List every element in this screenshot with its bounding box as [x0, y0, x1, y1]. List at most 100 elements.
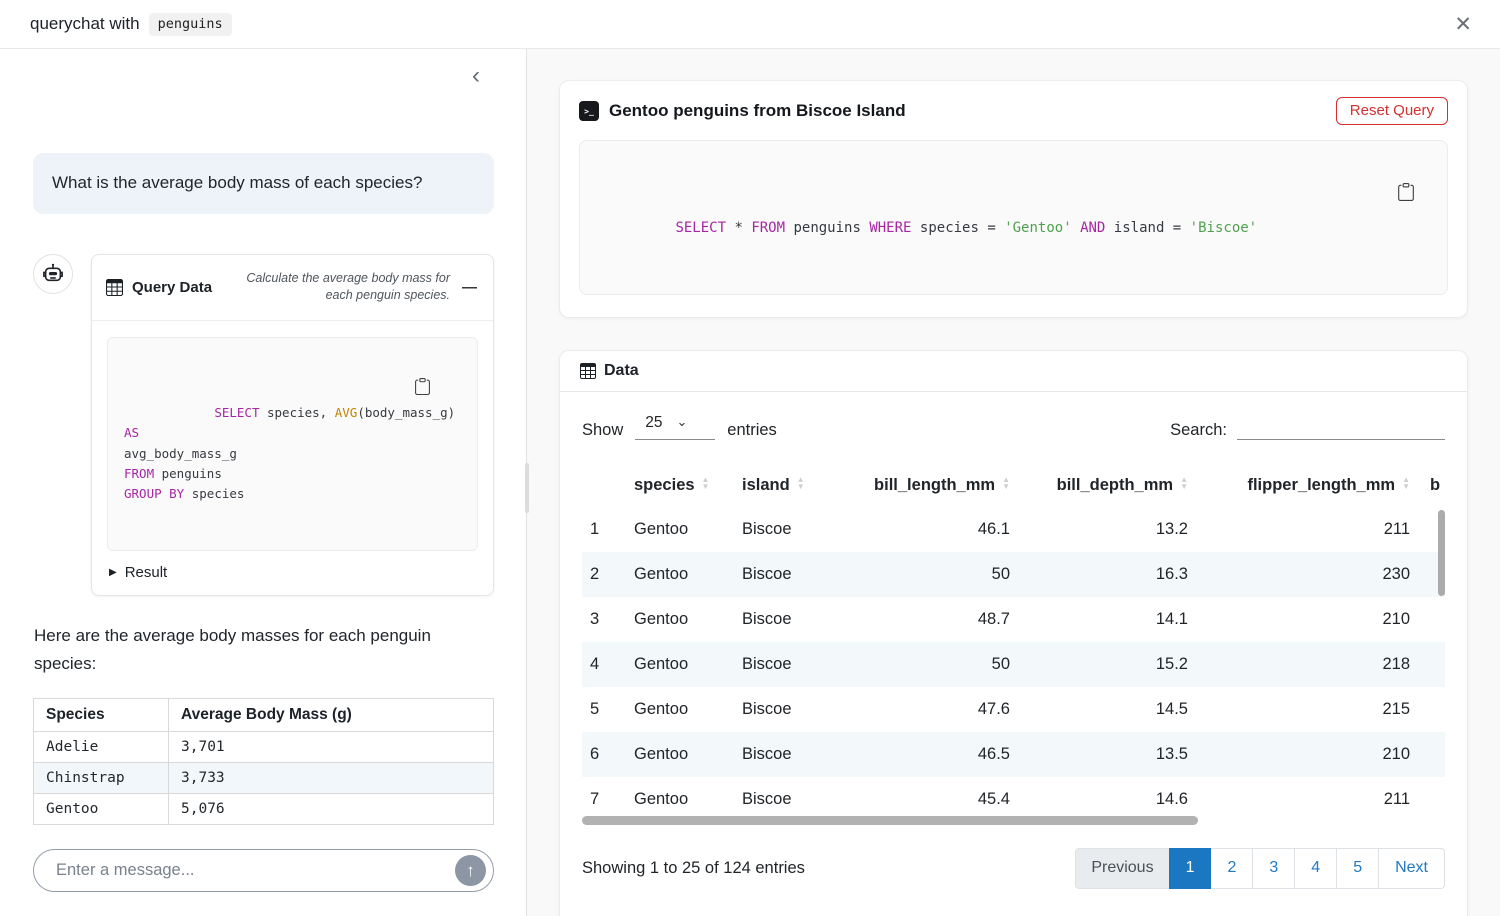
pagination: Previous12345Next	[1075, 848, 1445, 889]
reset-query-button[interactable]: Reset Query	[1336, 97, 1448, 125]
search-control: Search:	[1170, 414, 1445, 440]
pagination-page-5[interactable]: 5	[1336, 848, 1379, 889]
table-cell: 50	[832, 642, 1020, 687]
table-cell	[1420, 597, 1445, 642]
result-toggle[interactable]: ▶ Result	[109, 564, 476, 581]
chat-sidebar: ‹ What is the average body mass of each …	[0, 49, 527, 916]
table-cell: Biscoe	[732, 687, 832, 732]
column-header-label: species	[634, 476, 695, 494]
data-table-header-row: species▲▼island▲▼bill_length_mm▲▼bill_de…	[582, 466, 1445, 507]
column-header-species[interactable]: species ▲▼	[624, 466, 732, 507]
column-header-bill_length_mm[interactable]: bill_length_mm▲▼	[832, 466, 1020, 507]
copy-icon[interactable]	[414, 348, 466, 425]
current-query-card: >_ Gentoo penguins from Biscoe Island Re…	[559, 80, 1468, 318]
chat-table-header-cell: Average Body Mass (g)	[169, 698, 494, 731]
tool-card-subtitle: Calculate the average body mass for each…	[245, 270, 450, 304]
table-cell: Biscoe	[732, 597, 832, 642]
table-row: Adelie3,701	[34, 731, 494, 762]
table-row: 4GentooBiscoe5015.2218	[582, 642, 1445, 687]
row-number-cell: 1	[582, 507, 624, 552]
table-cell: 46.5	[832, 732, 1020, 777]
tool-card-header: Query Data Calculate the average body ma…	[92, 255, 493, 321]
column-header-island[interactable]: island▲▼	[732, 466, 832, 507]
table-cell: 14.6	[1020, 777, 1198, 822]
data-table: species▲▼island▲▼bill_length_mm▲▼bill_de…	[582, 466, 1445, 822]
sql-code: SELECT species, AVG(body_mass_g) AS avg_…	[124, 405, 463, 501]
horizontal-scrollbar[interactable]	[582, 816, 1198, 825]
chat-table-header-cell: Species	[34, 698, 169, 731]
chat-input-row: ↑	[33, 849, 494, 892]
result-label: Result	[125, 564, 168, 581]
close-button[interactable]: ✕	[1446, 10, 1480, 39]
table-cell: Biscoe	[732, 732, 832, 777]
chat-input-wrap: ↑	[33, 849, 494, 892]
data-card-body: Show 25 ⌄ entries Search:	[560, 392, 1467, 916]
entries-info: Showing 1 to 25 of 124 entries	[582, 859, 805, 878]
table-row: 5GentooBiscoe47.614.5215	[582, 687, 1445, 732]
table-footer: Showing 1 to 25 of 124 entries Previous1…	[582, 848, 1445, 889]
table-cell: Biscoe	[732, 507, 832, 552]
collapse-row: ‹	[33, 61, 494, 91]
panel-resize-handle[interactable]	[525, 463, 529, 513]
row-number-cell: 6	[582, 732, 624, 777]
sort-icon: ▲▼	[1002, 477, 1010, 490]
tool-card-title-group: Query Data	[106, 279, 212, 296]
table-cell: 210	[1198, 732, 1420, 777]
table-cell: Gentoo	[624, 732, 732, 777]
table-row: Chinstrap3,733	[34, 762, 494, 793]
pagination-page-1[interactable]: 1	[1169, 848, 1212, 889]
column-header-label: b	[1430, 476, 1440, 494]
table-cell: 5,076	[169, 793, 494, 824]
tool-call-card: Query Data Calculate the average body ma…	[91, 254, 494, 596]
table-controls: Show 25 ⌄ entries Search:	[582, 414, 1445, 440]
vertical-scrollbar[interactable]	[1438, 510, 1445, 596]
table-cell: 48.7	[832, 597, 1020, 642]
pagination-page-4[interactable]: 4	[1294, 848, 1337, 889]
sort-icon: ▲▼	[702, 477, 710, 490]
data-card: Data Show 25 ⌄ entries Search:	[559, 350, 1468, 916]
column-header-bill_depth_mm[interactable]: bill_depth_mm▲▼	[1020, 466, 1198, 507]
copy-icon[interactable]	[1397, 153, 1434, 231]
page-size-select[interactable]: 25 ⌄	[635, 414, 715, 440]
table-cell: Gentoo	[624, 552, 732, 597]
robot-icon	[40, 261, 66, 287]
table-row: 2GentooBiscoe5016.3230	[582, 552, 1445, 597]
page-size-value: 25	[645, 414, 662, 432]
table-cell: Biscoe	[732, 642, 832, 687]
table-cell: 211	[1198, 777, 1420, 822]
tool-card-body: SELECT species, AVG(body_mass_g) AS avg_…	[92, 321, 493, 595]
collapse-sidebar-icon[interactable]: ‹	[466, 61, 486, 91]
table-icon	[106, 279, 123, 296]
data-table-viewport: species▲▼island▲▼bill_length_mm▲▼bill_de…	[582, 466, 1445, 826]
table-cell: Gentoo	[624, 687, 732, 732]
table-cell: 15.2	[1020, 642, 1198, 687]
table-cell: Gentoo	[34, 793, 169, 824]
pagination-page-3[interactable]: 3	[1252, 848, 1295, 889]
tool-card-title: Query Data	[132, 279, 212, 296]
table-cell: 14.1	[1020, 597, 1198, 642]
table-cell: 16.3	[1020, 552, 1198, 597]
row-number-cell: 2	[582, 552, 624, 597]
table-cell	[1420, 687, 1445, 732]
assistant-text: Here are the average body masses for eac…	[33, 622, 494, 679]
pagination-next-button[interactable]: Next	[1378, 848, 1445, 889]
chat-message-input[interactable]	[54, 860, 455, 881]
query-card-header: >_ Gentoo penguins from Biscoe Island Re…	[579, 95, 1448, 127]
column-header-label: flipper_length_mm	[1247, 476, 1395, 494]
table-cell: 3,701	[169, 731, 494, 762]
show-entries-control: Show 25 ⌄ entries	[582, 414, 777, 440]
table-cell: Gentoo	[624, 642, 732, 687]
search-input[interactable]	[1237, 414, 1445, 440]
main-sql-code-block: SELECT * FROM penguins WHERE species = '…	[579, 140, 1448, 295]
column-header-flipper_length_mm[interactable]: flipper_length_mm▲▼	[1198, 466, 1420, 507]
table-row: 3GentooBiscoe48.714.1210	[582, 597, 1445, 642]
column-header-label: bill_depth_mm	[1057, 476, 1173, 494]
send-button[interactable]: ↑	[455, 855, 486, 886]
collapse-tool-card-icon[interactable]: —	[460, 279, 479, 296]
pagination-page-2[interactable]: 2	[1210, 848, 1253, 889]
row-number-cell: 3	[582, 597, 624, 642]
pagination-previous-button[interactable]: Previous	[1075, 848, 1169, 889]
chevron-down-icon: ⌄	[677, 414, 688, 430]
table-cell: Gentoo	[624, 777, 732, 822]
column-header-label: island	[742, 476, 790, 494]
